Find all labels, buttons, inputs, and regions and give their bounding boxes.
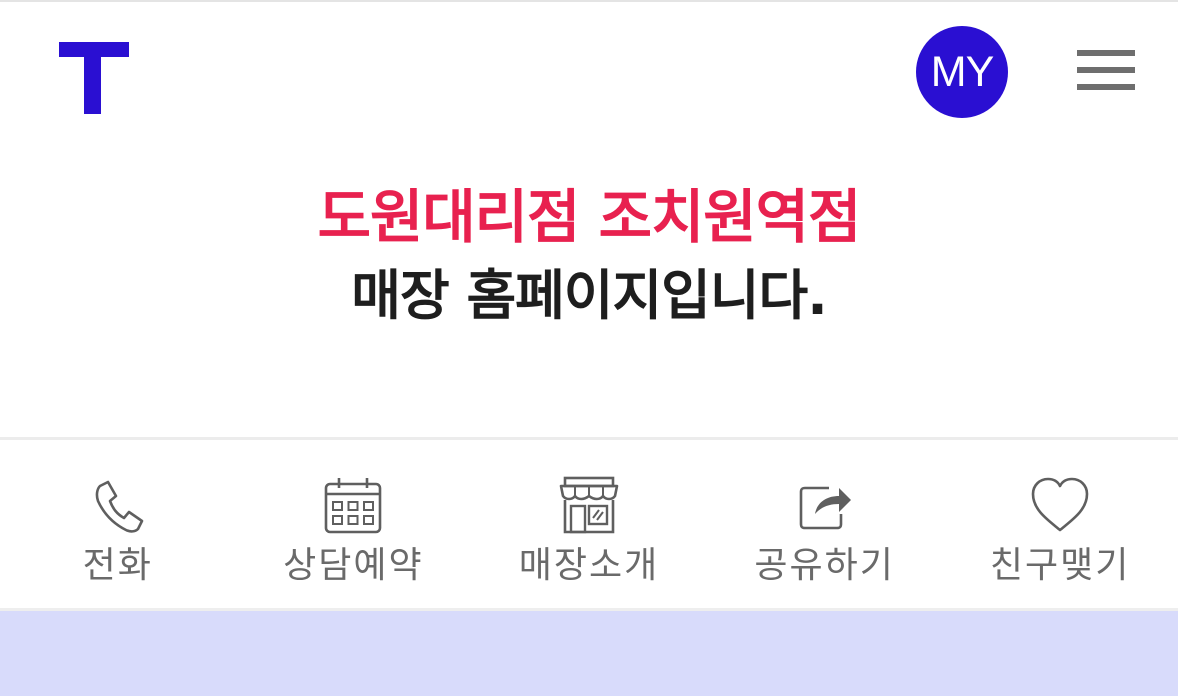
hamburger-menu-icon[interactable] [1077, 50, 1135, 94]
my-button-label: MY [930, 47, 994, 96]
phone-icon [86, 474, 150, 538]
store-homepage: MY 도원대리점 조치원역점 매장 홈페이지입니다. 전화 상담예약 매장소개 … [0, 0, 1178, 696]
quick-item-store-intro[interactable]: 매장소개 [471, 440, 707, 608]
calendar-icon [321, 474, 385, 538]
store-icon [557, 474, 621, 538]
quick-item-reservation[interactable]: 상담예약 [236, 440, 472, 608]
heart-icon [1028, 474, 1092, 538]
quick-item-phone[interactable]: 전화 [0, 440, 236, 608]
hero-section: 도원대리점 조치원역점 매장 홈페이지입니다. [0, 178, 1178, 336]
quick-item-label: 전화 [82, 545, 153, 586]
quick-item-label: 친구맺기 [989, 545, 1131, 586]
quick-item-share[interactable]: 공유하기 [707, 440, 943, 608]
store-name: 도원대리점 조치원역점 [317, 183, 862, 251]
quick-item-label: 매장소개 [518, 545, 660, 586]
quick-item-add-friend[interactable]: 친구맺기 [942, 440, 1178, 608]
share-icon [793, 474, 857, 538]
quick-item-label: 공유하기 [754, 545, 895, 586]
store-subtitle: 매장 홈페이지입니다. [351, 264, 827, 327]
quick-menu: 전화 상담예약 매장소개 공유하기 친구맺기 [0, 440, 1178, 608]
banner-area [0, 608, 1178, 696]
quick-item-label: 상담예약 [283, 545, 424, 586]
t-logo-icon[interactable] [59, 42, 129, 114]
top-divider [0, 0, 1178, 2]
my-button[interactable]: MY [916, 26, 1008, 118]
